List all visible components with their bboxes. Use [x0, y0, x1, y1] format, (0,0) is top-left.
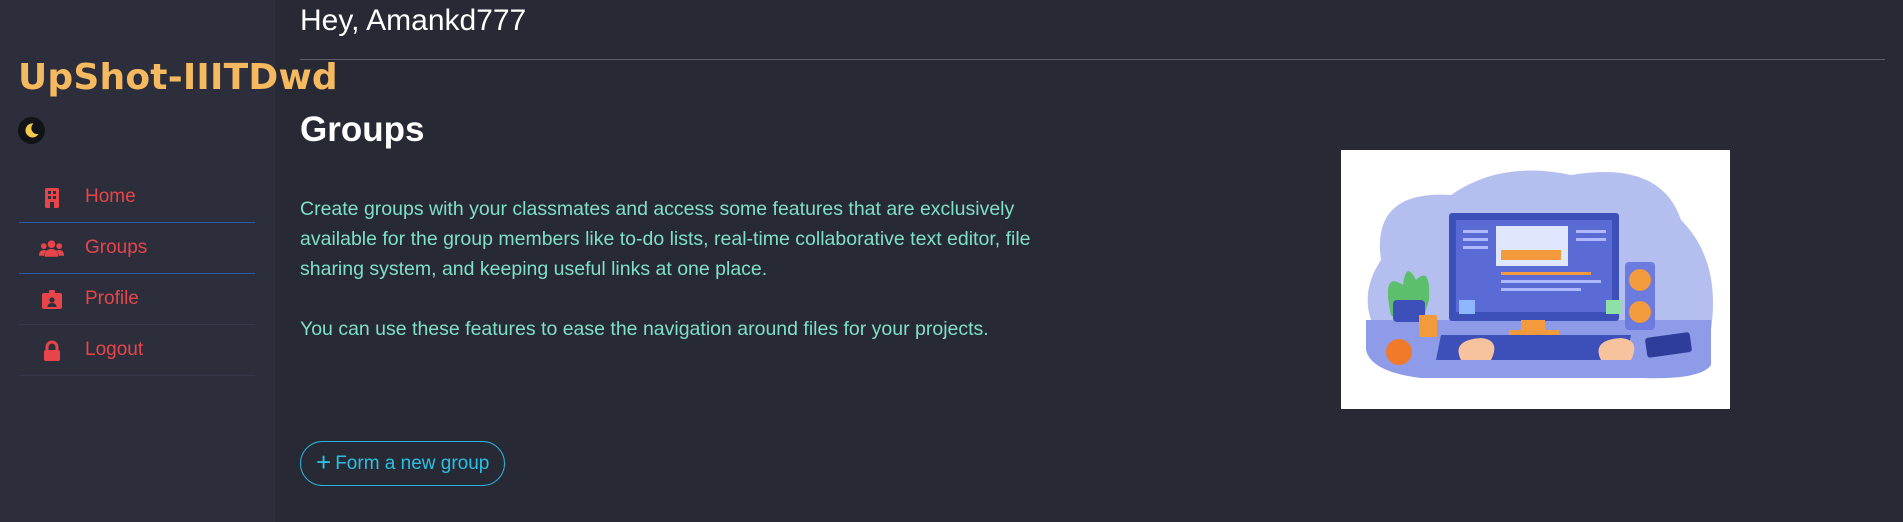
sidebar-item-label: Groups — [85, 237, 148, 258]
lock-icon — [44, 340, 60, 361]
moon-icon — [25, 123, 39, 138]
plus-icon: + — [316, 447, 332, 477]
sidebar-item-home[interactable]: Home — [19, 172, 255, 223]
form-new-group-label: Form a new group — [335, 452, 490, 474]
sidebar-item-logout[interactable]: Logout — [19, 325, 255, 376]
workspace-illustration-image — [1366, 170, 1713, 379]
building-icon — [45, 188, 59, 208]
sidebar-item-groups[interactable]: Groups — [19, 223, 255, 274]
description-paragraph: You can use these features to ease the n… — [300, 318, 989, 340]
header-divider — [300, 59, 1885, 60]
sidebar-item-profile[interactable]: Profile — [19, 274, 255, 325]
page-title: Groups — [300, 110, 425, 149]
sidebar: UpShot-IIITDwd Home Groups Profile Logou… — [0, 0, 338, 522]
brand-title[interactable]: UpShot-IIITDwd — [18, 57, 338, 98]
groups-illustration — [1341, 150, 1730, 409]
groups-description: Create groups with your classmates and a… — [300, 194, 1090, 344]
form-new-group-button[interactable]: + Form a new group — [300, 441, 506, 486]
sidebar-nav: Home Groups Profile Logout — [19, 172, 255, 376]
id-badge-icon — [42, 290, 62, 309]
sidebar-item-label: Profile — [85, 288, 139, 309]
user-greeting: Hey, Amankd777 — [300, 4, 527, 37]
description-paragraph: Create groups with your classmates and a… — [300, 198, 1031, 280]
users-icon — [39, 240, 64, 257]
theme-toggle-button[interactable] — [18, 117, 45, 144]
sidebar-item-label: Logout — [85, 339, 144, 360]
sidebar-item-label: Home — [85, 186, 136, 207]
